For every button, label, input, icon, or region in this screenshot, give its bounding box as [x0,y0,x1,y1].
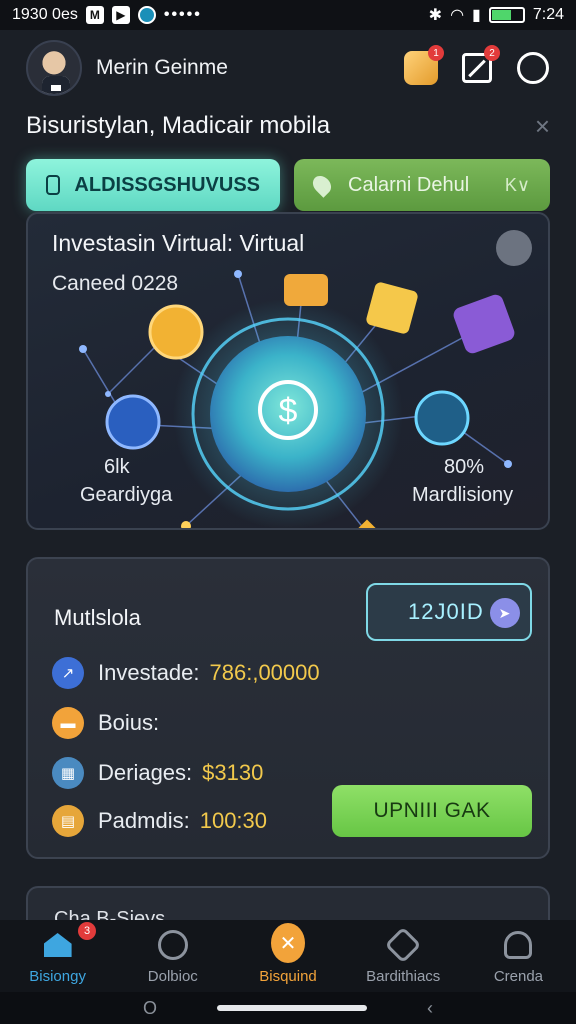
panel-title: Mutlslola [54,605,141,630]
more-notifications-icon: ••••• [163,6,202,23]
location-dropdown[interactable]: Calarni Dehul K∨ [294,159,550,211]
refresh-icon [156,928,190,962]
play-notification-icon: ▶ [111,6,130,24]
wallet-icon: ▤ [52,805,84,837]
nav-badge: 3 [78,922,96,940]
page-subtitle: Bisuristylan, Madicair mobila [26,112,331,139]
right-stat-label: Mardlisiony [412,484,514,506]
user-name: Merin Geinme [96,56,228,79]
nav-item-games[interactable]: Bardithiacs [346,920,461,992]
row-label: Deriages: [98,760,193,785]
hero-title: Investasin Virtual: Virtual [52,230,305,256]
back-icon[interactable]: ‹ [427,998,433,1019]
location-pin-icon [309,172,335,198]
list-item: ▦ Deriages: $3130 [52,757,263,789]
list-item: ▤ Padmdis: 100:30 [52,805,267,837]
recents-icon[interactable]: O [143,998,157,1019]
app-notification-icon: M [85,6,104,24]
nav-item-home[interactable]: Bisiongy 3 [0,920,115,992]
action-pills: ALDISSGSHUVUSS Calarni Dehul K∨ [26,159,550,211]
profile-menu-button[interactable] [516,51,550,85]
app-header: Merin Geinme 1 2 [26,38,550,98]
status-time-right: 7:24 [532,6,564,23]
nav-item-profile[interactable]: Crenda [461,920,576,992]
send-icon[interactable]: ➤ [490,598,520,628]
avatar[interactable] [26,40,82,96]
battery-icon [488,7,525,23]
bottom-nav: Bisiongy 3 Dolbioc ✕ Bisquind Bardithiac… [0,920,576,992]
location-dropdown-label: Calarni Dehul [348,173,470,196]
status-left: 1930 0es M ▶ ••••• [12,6,202,24]
status-time-left: 1930 0es [12,6,78,23]
code-value: 12J0ID [408,599,484,624]
notification-badge: 1 [428,45,444,61]
row-label: Padmdis: [98,808,190,833]
left-stat-value: 6lk [104,456,130,478]
list-item: ↗ Investade: 786:,00000 [52,657,320,689]
nav-label: Crenda [493,968,544,985]
primary-pill-button[interactable]: ALDISSGSHUVUSS [26,159,280,211]
chart-icon: ↗ [52,657,84,689]
primary-pill-label: ALDISSGSHUVUSS [74,173,260,196]
row-value: 100:30 [199,808,268,833]
nav-label: Bisiongy [29,968,86,985]
home-gesture-bar[interactable] [217,1005,367,1011]
nav-item-star[interactable]: ✕ Bisquind [230,920,345,992]
signal-icon: ▮ [472,7,481,24]
tag-icon [46,175,61,195]
star-icon: ✕ [271,923,305,963]
bluetooth-icon: ✱ [428,7,443,24]
nav-label: Dolbioc [147,968,198,985]
sync-notification-icon [137,6,156,24]
row-value: $3130 [202,760,264,785]
subtitle-row: Bisuristylan, Madicair mobila × [26,108,550,144]
wifi-icon: ◠ [450,7,465,24]
chevron-down-icon: K∨ [504,174,530,195]
left-stat-label: Geardiyga [80,484,173,506]
nav-label: Bardithiacs [366,968,441,985]
hero-subtitle: Caneed 0228 [52,272,179,295]
portfolio-panel: Mutlslola 12J0ID ➤ ↗ Investade: 786:,000… [26,557,550,859]
header-actions: 1 2 [404,45,550,85]
investment-hero-card[interactable]: $ Investasin Virtual: Virtual Caneed 022… [26,212,550,530]
list-item: ▬ Boius: [52,707,169,739]
code-field[interactable]: 12J0ID ➤ [366,583,532,641]
cta-button[interactable]: UPNIII GAK [332,785,532,837]
notifications-button[interactable]: 1 [404,45,444,85]
hero-profile-icon[interactable] [496,230,532,266]
system-nav-bar: O ‹ [0,992,576,1024]
compose-badge: 2 [484,45,500,61]
hero-illustration: $ [79,270,515,528]
row-label: Investade: [98,660,200,685]
circle-icon [517,52,549,84]
status-right: ✱ ◠ ▮ 7:24 [429,5,564,25]
svg-text:$: $ [279,392,298,430]
gift-icon: ▬ [52,707,84,739]
status-bar: 1930 0es M ▶ ••••• ✱ ◠ ▮ 7:24 [0,0,576,30]
row-value: 786:,00000 [209,660,320,685]
right-stat-value: 80% [444,456,485,478]
compose-button[interactable]: 2 [460,45,500,85]
nav-item-refresh[interactable]: Dolbioc [115,920,230,992]
profile-icon [501,928,535,962]
home-icon [41,928,75,962]
grid-icon: ▦ [52,757,84,789]
nav-label: Bisquind [259,968,317,985]
row-label: Boius: [98,710,160,735]
gamepad-icon [384,926,422,964]
close-icon[interactable]: × [535,111,550,142]
